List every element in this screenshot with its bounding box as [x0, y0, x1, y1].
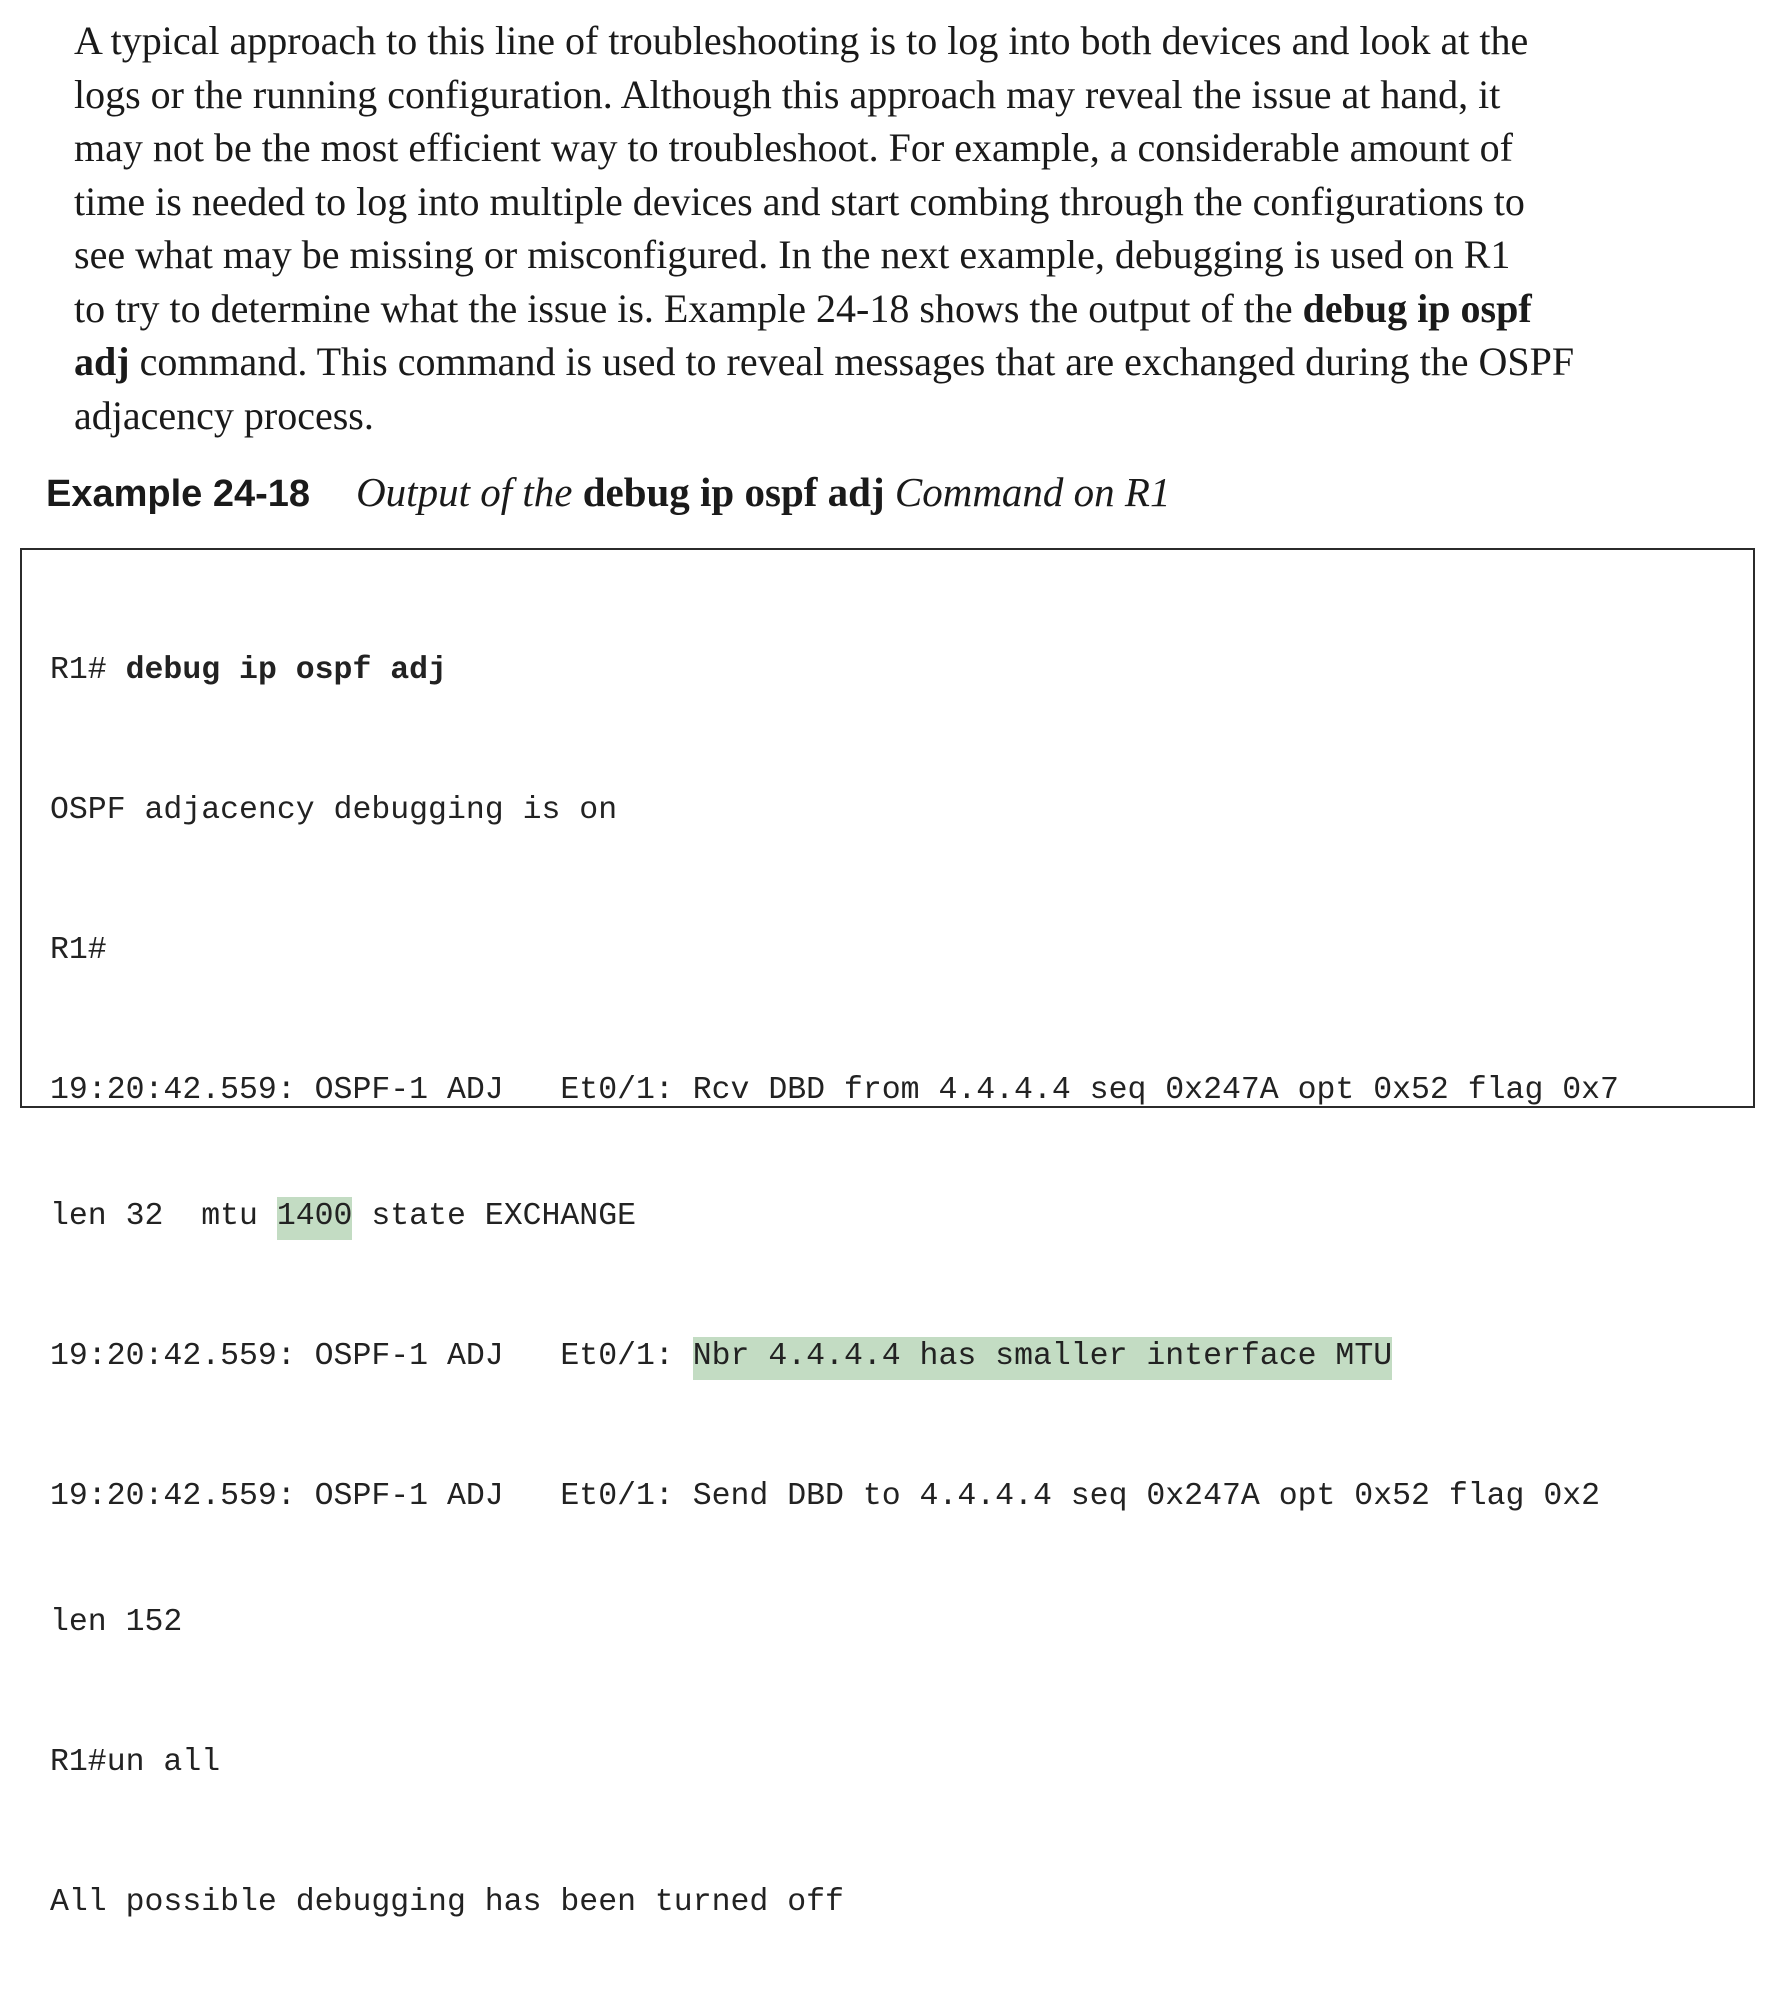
example-number: Example 24-18	[46, 473, 311, 515]
code-text: len 32 mtu	[50, 1199, 277, 1234]
code-line: 19:20:42.559: OSPF-1 ADJ Et0/1: Send DBD…	[50, 1479, 1601, 1514]
code-line: len 32 mtu 1400 state EXCHANGE	[50, 1196, 1619, 1240]
code-line: R1# debug ip ospf adj	[50, 650, 1619, 692]
paragraph-line: time is needed to log into multiple devi…	[74, 178, 1525, 224]
paragraph-line: A typical approach to this line of troub…	[74, 18, 1529, 63]
paragraph-line: adj command. This command is used to rev…	[74, 335, 1764, 389]
code-line: 19:20:42.559: OSPF-1 ADJ Et0/1: Rcv DBD …	[50, 1073, 1619, 1108]
paragraph-line: to try to determine what the issue is. E…	[74, 282, 1764, 336]
highlight-mtu-message: Nbr 4.4.4.4 has smaller interface MTU	[692, 1337, 1393, 1380]
body-paragraph: A typical approach to this line of troub…	[74, 14, 1764, 442]
code-text: state EXCHANGE	[352, 1199, 637, 1234]
paragraph-line: logs or the running configuration. Altho…	[74, 71, 1501, 117]
inline-command: adj	[74, 339, 130, 384]
code-line: OSPF adjacency debugging is on	[50, 793, 618, 828]
code-line: R1#	[50, 933, 107, 968]
highlight-mtu-value: 1400	[276, 1197, 353, 1240]
example-title: Output of the debug ip ospf adj Command …	[356, 469, 1170, 515]
paragraph-line: adjacency process.	[74, 392, 374, 438]
code-line: All possible debugging has been turned o…	[50, 1885, 844, 1920]
code-text: 19:20:42.559: OSPF-1 ADJ Et0/1:	[50, 1339, 693, 1374]
cli-command: debug ip ospf adj	[125, 653, 447, 688]
caption-text: Output of the	[356, 469, 583, 515]
code-listing: R1# debug ip ospf adj OSPF adjacency deb…	[50, 566, 1619, 2008]
code-line: R1#un all	[50, 1745, 221, 1780]
caption-command: debug ip ospf adj	[582, 469, 885, 515]
paragraph-line: may not be the most efficient way to tro…	[74, 125, 1513, 170]
cli-prompt: R1#	[50, 653, 126, 688]
caption-text: Command on R1	[884, 469, 1171, 515]
inline-command: debug ip ospf	[1302, 285, 1532, 331]
example-caption: Example 24-18 Output of the debug ip ospf…	[46, 464, 1170, 530]
paragraph-text: command. This command is used to reveal …	[129, 339, 1575, 384]
code-listing-box: R1# debug ip ospf adj OSPF adjacency deb…	[20, 548, 1755, 1920]
code-line: len 152	[50, 1605, 183, 1640]
code-line: 19:20:42.559: OSPF-1 ADJ Et0/1: Nbr 4.4.…	[50, 1336, 1619, 1380]
paragraph-text: to try to determine what the issue is. E…	[74, 285, 1303, 331]
paragraph-line: see what may be missing or misconfigured…	[74, 232, 1511, 277]
